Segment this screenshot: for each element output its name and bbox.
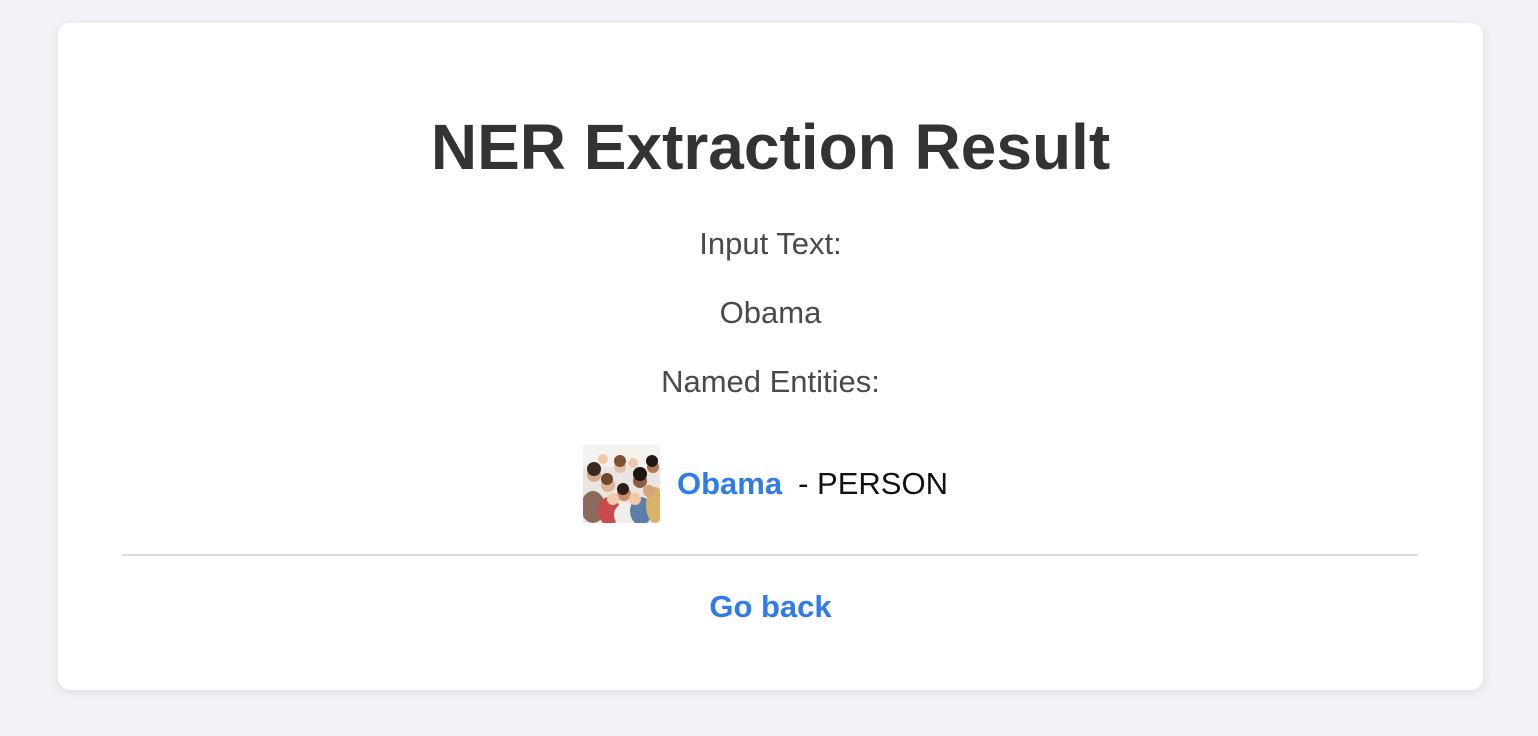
divider xyxy=(122,554,1418,556)
input-text-label: Input Text: xyxy=(699,226,842,261)
input-text-value: Obama xyxy=(719,295,822,330)
entity-item: Obama - PERSON xyxy=(583,445,948,523)
go-back-container: Go back xyxy=(58,589,1483,625)
entity-type-label: - PERSON xyxy=(798,466,948,501)
named-entities-label: Named Entities: xyxy=(661,364,880,399)
page-title: NER Extraction Result xyxy=(430,111,1111,183)
result-card: NER Extraction Result Input Text: Obama … xyxy=(58,23,1483,690)
entity-thumbnail-image xyxy=(583,445,660,523)
go-back-link[interactable]: Go back xyxy=(709,589,831,624)
entity-link-obama[interactable]: Obama xyxy=(677,466,782,502)
